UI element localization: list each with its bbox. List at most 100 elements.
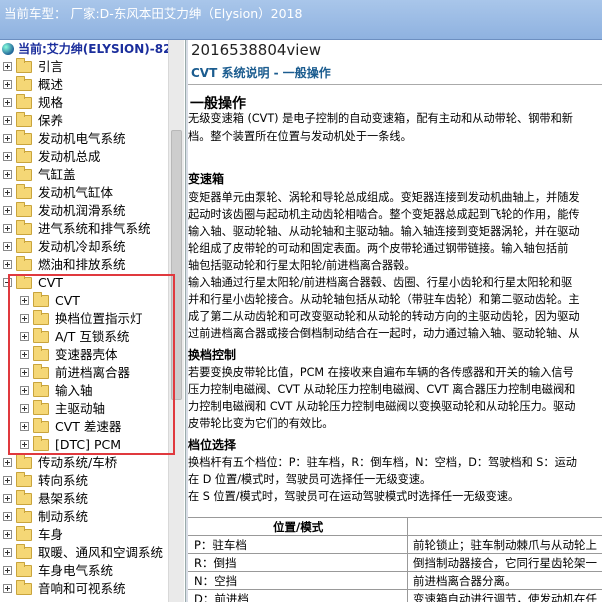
expand-icon[interactable]	[3, 98, 12, 107]
expand-icon[interactable]	[3, 260, 12, 269]
tree-item-label: 引言	[38, 59, 64, 74]
expand-icon[interactable]	[3, 170, 12, 179]
expand-icon[interactable]	[3, 512, 12, 521]
expand-icon[interactable]	[3, 530, 12, 539]
tree-item-label: 规格	[38, 95, 64, 110]
tree-item-label: 燃油和排放系统	[38, 257, 126, 272]
expand-icon[interactable]	[3, 62, 12, 71]
expand-icon[interactable]	[3, 152, 12, 161]
cvt-highlight-box	[8, 274, 175, 455]
expand-icon[interactable]	[3, 242, 12, 251]
folder-icon	[16, 526, 32, 541]
body-line: 皮带轮比变为它们的有效比。	[188, 417, 334, 430]
intro-line: 无级变速箱 (CVT) 是电子控制的自动变速箱，配有主动和从动带轮、钢带和新	[188, 112, 573, 125]
expand-icon[interactable]	[3, 224, 12, 233]
expand-icon[interactable]	[3, 584, 12, 593]
section-title-position: 档位选择	[188, 438, 237, 452]
expand-icon[interactable]	[3, 566, 12, 575]
expand-icon[interactable]	[3, 134, 12, 143]
folder-icon	[16, 256, 32, 271]
tree-item-label: 音响和可视系统	[38, 581, 126, 596]
folder-icon	[16, 148, 32, 163]
tree-item-label: 车身	[38, 527, 64, 542]
tree-item-label: 发动机润滑系统	[38, 203, 126, 218]
expand-icon[interactable]	[3, 80, 12, 89]
body-line: 若要变换皮带轮比值，PCM 在接收来自遍布车辆的各传感器和开关的输入信号	[188, 366, 574, 379]
tree-item-label: 进气系统和排气系统	[38, 221, 151, 236]
section-title-shift-control: 换档控制	[188, 348, 237, 362]
body-line: 输入轴通过行星太阳轮/前进档离合器毂、齿圈、行星小齿轮和行星太阳轮和驱	[188, 276, 573, 289]
table-cell-desc: 变速箱自动进行调节，使发动机在任	[413, 592, 597, 602]
tree-item-label: 传动系统/车桥	[38, 455, 118, 470]
tree-root-label: 当前:艾力绅(ELYSION)-82	[18, 42, 172, 56]
folder-icon	[16, 472, 32, 487]
tree-item-label: 发动机电气系统	[38, 131, 126, 146]
table-row: R：倒挡 倒挡制动器接合，它同行星齿轮架一	[188, 553, 602, 571]
expand-icon[interactable]	[3, 494, 12, 503]
table-cell-mode: D：前进档	[194, 592, 249, 602]
divider	[188, 84, 602, 85]
folder-icon	[16, 184, 32, 199]
expand-icon[interactable]	[3, 476, 12, 485]
folder-icon	[16, 490, 32, 505]
folder-icon	[16, 220, 32, 235]
table-cell-mode: N：空挡	[194, 574, 238, 588]
body-line: 轴包括驱动轮和行星太阳轮/前进档离合器毂。	[188, 259, 416, 272]
table-row: P：驻车档 前轮锁止；驻车制动棘爪与从动轮上	[188, 535, 602, 553]
table-row: N：空挡 前进档离合器分离。	[188, 571, 602, 589]
table-cell-desc: 前进档离合器分离。	[413, 574, 517, 588]
folder-icon	[16, 166, 32, 181]
expand-icon[interactable]	[3, 206, 12, 215]
table-cell-desc: 倒挡制动器接合，它同行星齿轮架一	[413, 556, 597, 570]
folder-icon	[16, 238, 32, 253]
tree-item-label: 车身电气系统	[38, 563, 114, 578]
tree-item-label: 保养	[38, 113, 64, 128]
body-line: 轮组成了皮带轮的可动和固定表面。两个皮带轮通过钢带链接。输入轴包括前	[188, 242, 569, 255]
table-cell-mode: R：倒挡	[194, 556, 237, 570]
body-line: 变矩器单元由泵轮、涡轮和导轮总成组成。变矩器连接到发动机曲轴上，并随发	[188, 191, 580, 204]
folder-icon	[16, 58, 32, 73]
globe-icon	[2, 43, 14, 55]
folder-icon	[16, 130, 32, 145]
folder-icon	[16, 508, 32, 523]
folder-icon	[16, 580, 32, 595]
folder-icon	[16, 76, 32, 91]
folder-icon	[16, 202, 32, 217]
folder-icon	[16, 454, 32, 469]
body-line: 起动时该齿圈与起动机主动齿轮相啮合。整个变矩器总成起到飞轮的作用，能传	[188, 208, 580, 221]
tree-item-label: 发动机气缸体	[38, 185, 114, 200]
tree-item-label: 发动机总成	[38, 149, 101, 164]
folder-icon	[16, 112, 32, 127]
content-pane: 2016538804view CVT 系统说明 - 一般操作 一般操作 无级变速…	[188, 40, 602, 602]
body-line: 在 D 位置/模式时，驾驶员可选择任一无级变速。	[188, 473, 432, 486]
tree-item-label: 概述	[38, 77, 64, 92]
tree-item-label: 转向系统	[38, 473, 89, 488]
table-header: 位置/模式	[273, 520, 324, 534]
table-row: D：前进档 变速箱自动进行调节，使发动机在任	[188, 589, 602, 602]
table-header-row: 位置/模式	[188, 517, 602, 535]
body-line: 在 S 位置/模式时，驾驶员可在运动驾驶模式时选择任一无级变速。	[188, 490, 520, 503]
body-line: 力控制电磁阀和 CVT 从动轮压力控制电磁阀以变换驱动轮和从动轮压力。驱动	[188, 400, 576, 413]
folder-icon	[16, 562, 32, 577]
tree-item-label: 制动系统	[38, 509, 89, 524]
body-line: 输入轴、驱动轮轴、从动轮轴和主驱动轴。输入轴连接到变矩器涡轮，并在驱动	[188, 225, 580, 238]
expand-icon[interactable]	[3, 458, 12, 467]
document-id: 2016538804view	[191, 41, 321, 59]
table-cell-desc: 前轮锁止；驻车制动棘爪与从动轮上	[413, 538, 597, 552]
tree-item-label: 取暖、通风和空调系统	[38, 545, 164, 560]
folder-icon	[16, 544, 32, 559]
document-subtitle: CVT 系统说明 - 一般操作	[191, 66, 331, 80]
expand-icon[interactable]	[3, 188, 12, 197]
tree-item-label: 发动机冷却系统	[38, 239, 126, 254]
body-line: 过前进档离合器或接合倒档制动结合在一起时，动力通过输入轴、驱动轮轴、从	[188, 327, 580, 340]
body-line: 并和行星小齿轮接合。从动轮轴包括从动轮（带驻车齿轮）和第二驱动齿轮。主	[188, 293, 580, 306]
body-line: 压力控制电磁阀、CVT 从动轮压力控制电磁阀、CVT 离合器压力控制电磁阀和	[188, 383, 576, 396]
folder-icon	[16, 94, 32, 109]
expand-icon[interactable]	[3, 116, 12, 125]
body-line: 成了第二从动齿轮和可改变驱动轮和从动轮的转动方向的主驱动齿轮，因为驱动	[188, 310, 580, 323]
section-title-transmission: 变速箱	[188, 172, 225, 186]
title-bar: 当前车型： 厂家:D-东风本田艾力绅（Elysion）2018	[0, 0, 602, 40]
expand-icon[interactable]	[3, 548, 12, 557]
intro-line: 档。整个装置所在位置与发动机处于一条线。	[188, 130, 412, 143]
tree-item-label: 气缸盖	[38, 167, 76, 182]
